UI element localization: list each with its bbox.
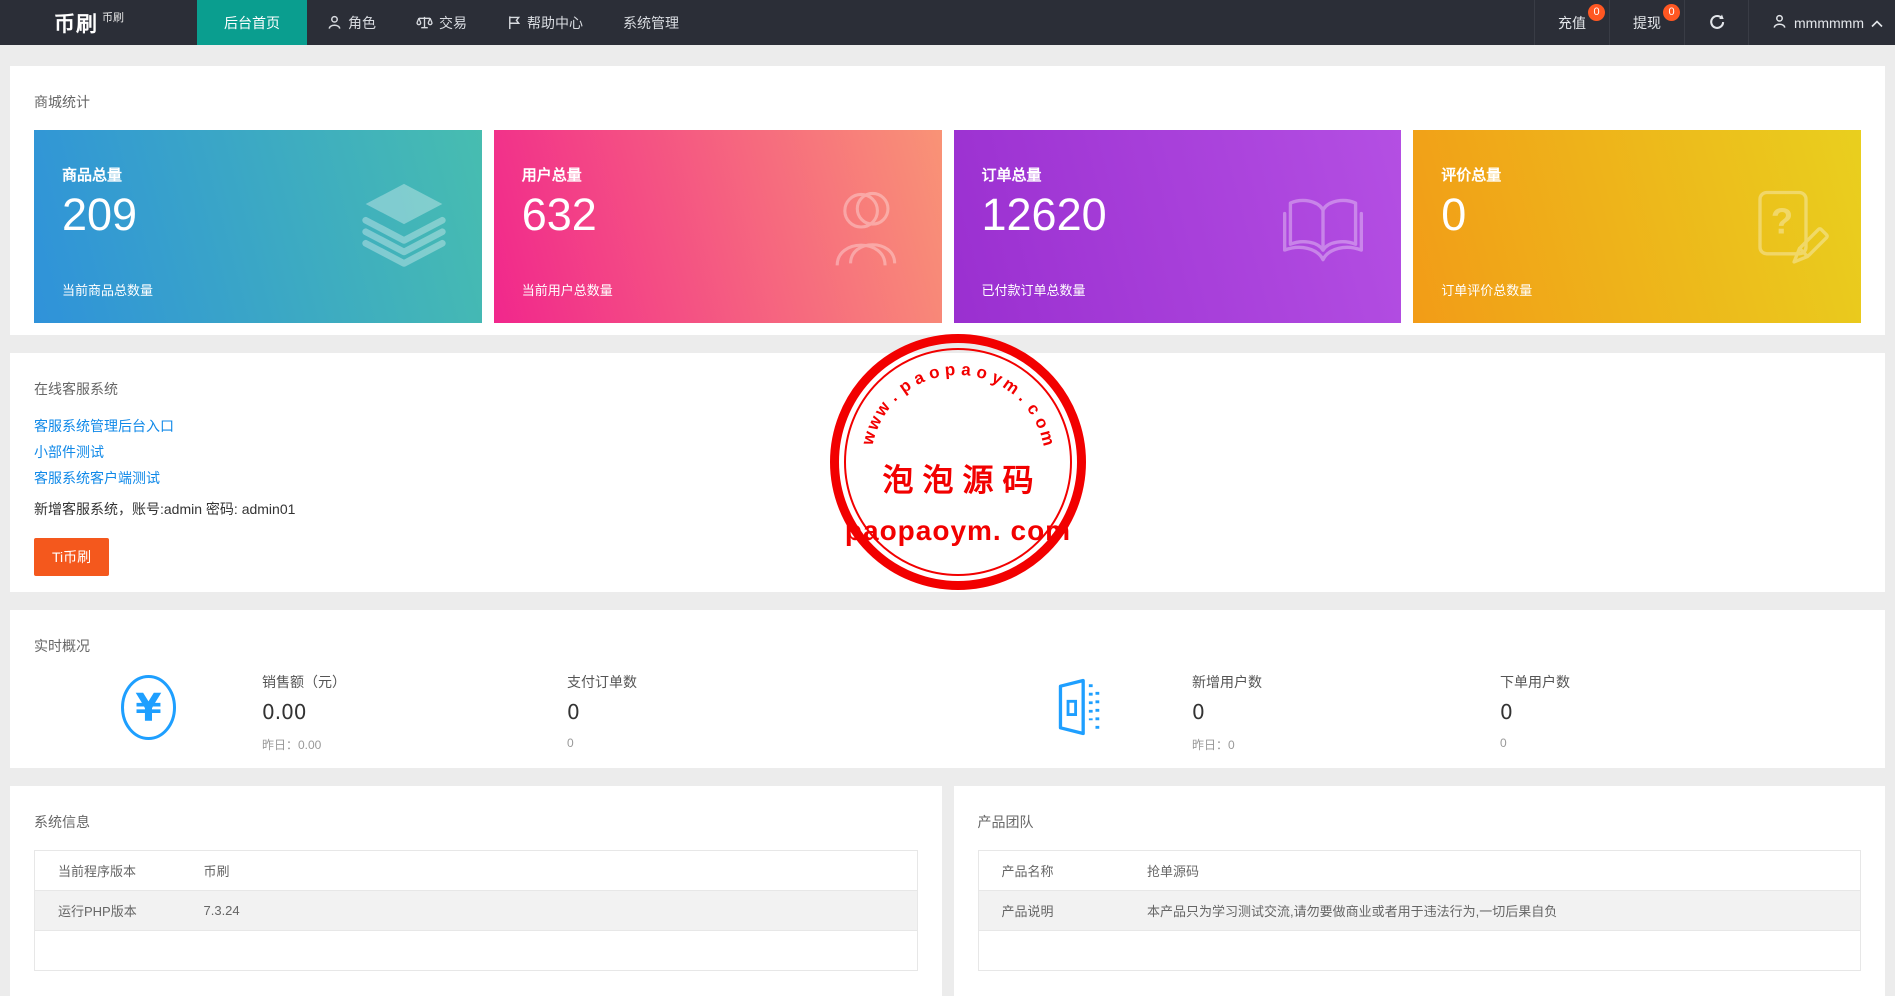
stat-value: 0 xyxy=(567,700,872,724)
user-menu[interactable]: mmmmmm xyxy=(1748,0,1895,45)
nav-item-trade[interactable]: 交易 xyxy=(396,0,487,45)
section-title-product-team: 产品团队 xyxy=(954,786,1886,832)
svg-text:?: ? xyxy=(1771,200,1793,241)
section-title-realtime: 实时概况 xyxy=(10,610,1885,656)
service-account-note: 新增客服系统，账号:admin 密码: admin01 xyxy=(34,499,1861,519)
refresh-button[interactable] xyxy=(1684,0,1748,45)
user-icon xyxy=(1772,14,1787,32)
stat-yesterday: 昨日：0.00 xyxy=(262,736,567,753)
row-name: 当前程序版本 xyxy=(35,851,181,891)
table-row: 当前程序版本 币刷 xyxy=(35,851,918,891)
table-row: 运行PHP版本 7.3.24 xyxy=(35,891,918,931)
stat-label: 新增用户数 xyxy=(1192,672,1500,692)
nav-item-dashboard[interactable]: 后台首页 xyxy=(197,0,307,45)
stat-card-sublabel: 当前商品总数量 xyxy=(62,280,153,299)
main-menu: 后台首页 角色 交易 xyxy=(197,0,699,45)
row-name: 产品说明 xyxy=(978,891,1124,931)
row-name: 产品名称 xyxy=(978,851,1124,891)
stat-label: 支付订单数 xyxy=(567,672,872,692)
stat-ordering-users: 下单用户数 0 0 xyxy=(1500,672,1805,750)
nav-item-label: 帮助中心 xyxy=(527,13,583,33)
stat-card-sublabel: 已付款订单总数量 xyxy=(982,280,1086,299)
product-team-panel: 产品团队 产品名称 抢单源码 产品说明 本产品只为学习测试交流,请勿要做商业或者… xyxy=(954,786,1886,996)
page-content: 商城统计 商品总量 209 当前商品总数量 xyxy=(0,66,1895,996)
system-info-table: 当前程序版本 币刷 运行PHP版本 7.3.24 xyxy=(34,850,918,971)
row-name: 运行PHP版本 xyxy=(35,891,181,931)
ti-bishua-button[interactable]: Ti币刷 xyxy=(34,538,109,576)
nav-item-label: 系统管理 xyxy=(623,13,679,33)
username: mmmmmm xyxy=(1794,15,1864,31)
recharge-button[interactable]: 充值 0 xyxy=(1534,0,1609,45)
row-value: 币刷 xyxy=(181,851,918,891)
table-row: 产品名称 抢单源码 xyxy=(978,851,1861,891)
stat-value: 0 xyxy=(1500,700,1805,724)
table-row xyxy=(35,931,918,971)
stat-yesterday: 0 xyxy=(1500,736,1805,750)
stat-yesterday: 昨日：0 xyxy=(1192,736,1500,753)
stat-value: 0 xyxy=(1192,700,1500,724)
refresh-icon xyxy=(1708,13,1725,33)
scales-icon xyxy=(416,15,433,30)
review-question-icon: ? xyxy=(1737,181,1829,273)
stat-yesterday: 0 xyxy=(567,736,872,750)
section-title-system-info: 系统信息 xyxy=(10,786,942,832)
section-title-mall-stats: 商城统计 xyxy=(10,66,1885,112)
nav-item-help-center[interactable]: 帮助中心 xyxy=(487,0,603,45)
mall-stats-panel: 商城统计 商品总量 209 当前商品总数量 xyxy=(10,66,1885,335)
stat-card-orders: 订单总量 12620 已付款订单总数量 xyxy=(954,130,1402,323)
stat-paid-orders: 支付订单数 0 0 xyxy=(567,672,872,750)
yen-circle-icon: ¥ xyxy=(120,674,177,741)
stat-card-users: 用户总量 632 当前用户总数量 xyxy=(494,130,942,323)
chevron-up-icon xyxy=(1871,15,1883,31)
service-admin-link[interactable]: 客服系统管理后台入口 xyxy=(34,413,1861,439)
svg-text:¥: ¥ xyxy=(135,686,161,730)
stat-new-users: 新增用户数 0 昨日：0 xyxy=(1192,672,1500,753)
row-value: 7.3.24 xyxy=(181,891,918,931)
app-logo[interactable]: 币刷 币刷 xyxy=(0,0,197,45)
withdraw-badge: 0 xyxy=(1663,4,1680,21)
app-logo-text: 币刷 xyxy=(54,8,98,38)
stat-card-sublabel: 订单评价总数量 xyxy=(1441,280,1532,299)
layers-icon xyxy=(358,181,450,273)
product-team-table: 产品名称 抢单源码 产品说明 本产品只为学习测试交流,请勿要做商业或者用于违法行… xyxy=(978,850,1862,971)
person-icon xyxy=(327,15,342,30)
nav-item-label: 后台首页 xyxy=(224,13,280,33)
building-icon xyxy=(1051,676,1104,738)
system-info-panel: 系统信息 当前程序版本 币刷 运行PHP版本 7.3.24 xyxy=(10,786,942,996)
stat-value: 0.00 xyxy=(262,700,567,724)
widget-test-link[interactable]: 小部件测试 xyxy=(34,439,1861,465)
realtime-panel: 实时概况 ¥ 销售额（元） 0.00 昨日：0.00 支付订单数 0 0 xyxy=(10,610,1885,768)
top-navbar: 币刷 币刷 后台首页 角色 交易 xyxy=(0,0,1895,45)
stat-card-reviews: 评价总量 0 订单评价总数量 ? xyxy=(1413,130,1861,323)
nav-item-roles[interactable]: 角色 xyxy=(307,0,396,45)
row-value: 本产品只为学习测试交流,请勿要做商业或者用于违法行为,一切后果自负 xyxy=(1124,891,1861,931)
stat-label: 销售额（元） xyxy=(262,672,567,692)
users-icon xyxy=(818,181,910,273)
navbar-right: 充值 0 提现 0 mmmmmm xyxy=(1534,0,1895,45)
stat-card-sublabel: 当前用户总数量 xyxy=(522,280,613,299)
withdraw-label: 提现 xyxy=(1633,13,1661,33)
flag-icon xyxy=(507,15,521,30)
stat-cards: 商品总量 209 当前商品总数量 用户总量 632 xyxy=(34,130,1861,323)
withdraw-button[interactable]: 提现 0 xyxy=(1609,0,1684,45)
table-row: 产品说明 本产品只为学习测试交流,请勿要做商业或者用于违法行为,一切后果自负 xyxy=(978,891,1861,931)
customer-service-panel: 在线客服系统 客服系统管理后台入口 小部件测试 客服系统客户端测试 新增客服系统… xyxy=(10,353,1885,592)
service-client-test-link[interactable]: 客服系统客户端测试 xyxy=(34,465,1861,491)
row-value: 抢单源码 xyxy=(1124,851,1861,891)
nav-item-label: 角色 xyxy=(348,13,376,33)
section-title-customer-service: 在线客服系统 xyxy=(10,353,1885,399)
stat-label: 下单用户数 xyxy=(1500,672,1805,692)
nav-item-label: 交易 xyxy=(439,13,467,33)
stat-sales: 销售额（元） 0.00 昨日：0.00 xyxy=(262,672,567,753)
recharge-badge: 0 xyxy=(1588,4,1605,21)
table-row xyxy=(978,931,1861,971)
nav-item-system-settings[interactable]: 系统管理 xyxy=(603,0,699,45)
book-icon xyxy=(1277,181,1369,273)
app-logo-sup: 币刷 xyxy=(102,9,124,25)
stat-card-products: 商品总量 209 当前商品总数量 xyxy=(34,130,482,323)
recharge-label: 充值 xyxy=(1558,13,1586,33)
